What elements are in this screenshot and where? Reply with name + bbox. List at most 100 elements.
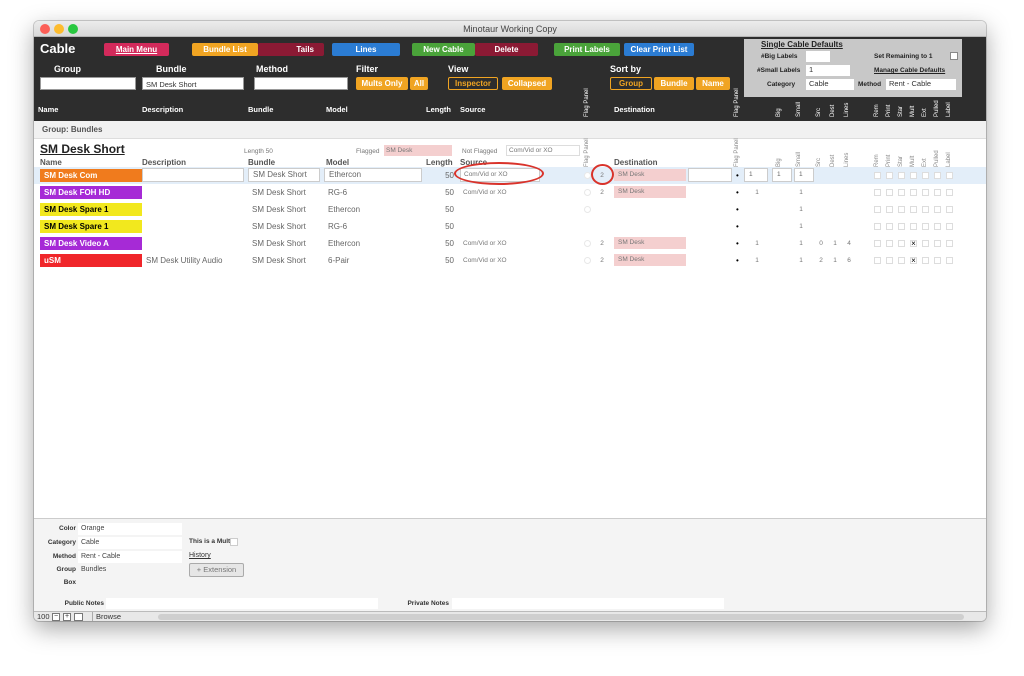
group-field[interactable]: Bundles — [78, 564, 182, 576]
model-cell[interactable]: Ethercon — [328, 237, 360, 250]
star-checkbox[interactable] — [898, 240, 905, 247]
model-cell[interactable]: 6-Pair — [328, 254, 349, 267]
star-checkbox[interactable] — [898, 189, 905, 196]
new-cable-button[interactable]: New Cable — [412, 43, 475, 56]
star-checkbox[interactable] — [898, 172, 905, 179]
delete-button[interactable]: Delete — [475, 43, 538, 56]
small-cell-2[interactable]: 1 — [794, 168, 814, 182]
main-menu-button[interactable]: Main Menu — [104, 43, 169, 56]
tails-button[interactable]: Tails — [258, 43, 324, 56]
table-row[interactable]: SM Desk Spare 1 SM Desk Short RG-6 50 • … — [34, 218, 986, 235]
cable-name-tag[interactable]: SM Desk FOH HD — [40, 186, 142, 199]
label-checkbox[interactable] — [946, 240, 953, 247]
pulled-checkbox[interactable] — [934, 172, 941, 179]
small-cell[interactable]: 1 — [796, 220, 806, 233]
pulled-checkbox[interactable] — [934, 240, 941, 247]
col-header-big[interactable]: Big — [776, 108, 782, 117]
mult-checkbox[interactable] — [910, 206, 917, 213]
category-default-field[interactable]: Cable — [806, 79, 854, 90]
mults-only-filter-button[interactable]: Mults Only — [356, 77, 408, 90]
description-cell[interactable] — [142, 168, 244, 182]
star-checkbox[interactable] — [898, 223, 905, 230]
zoom-level[interactable]: 100 — [37, 612, 50, 621]
toolbar-toggle-icon[interactable] — [74, 613, 83, 621]
col-header-star[interactable]: Star — [898, 106, 904, 117]
rem-checkbox[interactable] — [874, 240, 881, 247]
destination-cell[interactable]: SM Desk — [614, 254, 686, 266]
length-cell[interactable]: 50 — [434, 237, 454, 250]
zoom-in-icon[interactable]: + — [63, 613, 71, 621]
small-cell[interactable]: 1 — [796, 254, 806, 267]
col-header-bundle[interactable]: Bundle — [248, 105, 273, 114]
method-field[interactable]: Rent - Cable — [78, 551, 182, 563]
method-find-field[interactable] — [254, 77, 348, 90]
destination-cell[interactable]: SM Desk — [614, 186, 686, 198]
col-header-name[interactable]: Name — [38, 105, 58, 114]
bundle-cell[interactable]: SM Desk Short — [252, 220, 306, 233]
cable-name-tag[interactable]: uSM — [40, 254, 142, 267]
table-row[interactable]: uSM SM Desk Utility Audio SM Desk Short … — [34, 252, 986, 269]
destination-cell[interactable]: SM Desk — [614, 169, 686, 181]
flag-radio[interactable] — [584, 257, 591, 264]
pulled-checkbox[interactable] — [934, 223, 941, 230]
bundle-find-field[interactable]: SM Desk Short — [142, 77, 244, 90]
col-header-ext[interactable]: Ext — [922, 108, 928, 117]
label-checkbox[interactable] — [946, 206, 953, 213]
label-checkbox[interactable] — [946, 189, 953, 196]
ext-checkbox[interactable] — [922, 240, 929, 247]
method-default-field[interactable]: Rent - Cable — [886, 79, 956, 90]
big-labels-field[interactable] — [806, 51, 830, 62]
mult-checkbox[interactable] — [910, 223, 917, 230]
col-header-label[interactable]: Label — [946, 102, 952, 117]
small-cell[interactable]: 1 — [796, 237, 806, 250]
destination-extra-cell[interactable] — [688, 168, 732, 182]
small-labels-field[interactable]: 1 — [806, 65, 850, 76]
big-cell[interactable]: 1 — [752, 237, 762, 250]
cable-name-tag[interactable]: SM Desk Spare 1 — [40, 220, 142, 233]
col-header-lines[interactable]: Lines — [844, 103, 850, 117]
collapsed-view-button[interactable]: Collapsed — [502, 77, 552, 90]
col-header-flag-panel[interactable]: Flag Panel — [584, 88, 590, 117]
star-checkbox[interactable] — [898, 257, 905, 264]
col-header-dest[interactable]: Dest — [830, 105, 836, 117]
category-field[interactable]: Cable — [78, 537, 182, 549]
rem-checkbox[interactable] — [874, 189, 881, 196]
bundle-cell[interactable]: SM Desk Short — [252, 203, 306, 216]
length-cell[interactable]: 50 — [434, 186, 454, 199]
ext-checkbox[interactable] — [922, 257, 929, 264]
bundle-cell[interactable]: SM Desk Short — [252, 186, 306, 199]
pulled-checkbox[interactable] — [934, 206, 941, 213]
mult-toggle-checkbox[interactable] — [230, 538, 238, 546]
destination-cell[interactable]: SM Desk — [614, 237, 686, 249]
col-header-destination[interactable]: Destination — [614, 105, 655, 114]
table-row[interactable]: SM Desk Spare 1 SM Desk Short Ethercon 5… — [34, 201, 986, 218]
col-header-rem[interactable]: Rem — [874, 104, 880, 117]
panel-cell[interactable]: 2 — [596, 254, 608, 267]
add-extension-button[interactable]: + Extension — [189, 563, 244, 577]
table-row[interactable]: SM Desk Video A SM Desk Short Ethercon 5… — [34, 235, 986, 252]
mode-indicator[interactable]: Browse — [92, 612, 154, 621]
manage-cable-defaults-link[interactable]: Manage Cable Defaults — [874, 67, 945, 74]
rem-checkbox[interactable] — [874, 223, 881, 230]
col-header-pulled[interactable]: Pulled — [934, 100, 940, 117]
source-cell[interactable]: Com/Vid or XO — [463, 186, 507, 199]
flag-radio[interactable] — [584, 240, 591, 247]
color-field[interactable]: Orange — [78, 523, 182, 535]
rem-checkbox[interactable] — [874, 257, 881, 264]
length-cell[interactable]: 50 — [434, 220, 454, 233]
horizontal-scrollbar[interactable] — [158, 614, 964, 620]
small-cell[interactable]: 1 — [772, 168, 792, 182]
lines-button[interactable]: Lines — [332, 43, 400, 56]
ext-checkbox[interactable] — [922, 172, 929, 179]
length-cell[interactable]: 50 — [434, 169, 454, 182]
cable-name-tag[interactable]: SM Desk Spare 1 — [40, 203, 142, 216]
big-cell[interactable]: 1 — [752, 254, 762, 267]
print-checkbox[interactable] — [886, 223, 893, 230]
cable-name-tag[interactable]: SM Desk Video A — [40, 237, 142, 250]
pulled-checkbox[interactable] — [934, 257, 941, 264]
minimize-window-button[interactable] — [54, 24, 64, 34]
bundle-cell[interactable]: SM Desk Short — [248, 168, 320, 182]
mult-checkbox[interactable] — [910, 189, 917, 196]
small-cell[interactable]: 1 — [796, 186, 806, 199]
col-header-source[interactable]: Source — [460, 105, 485, 114]
